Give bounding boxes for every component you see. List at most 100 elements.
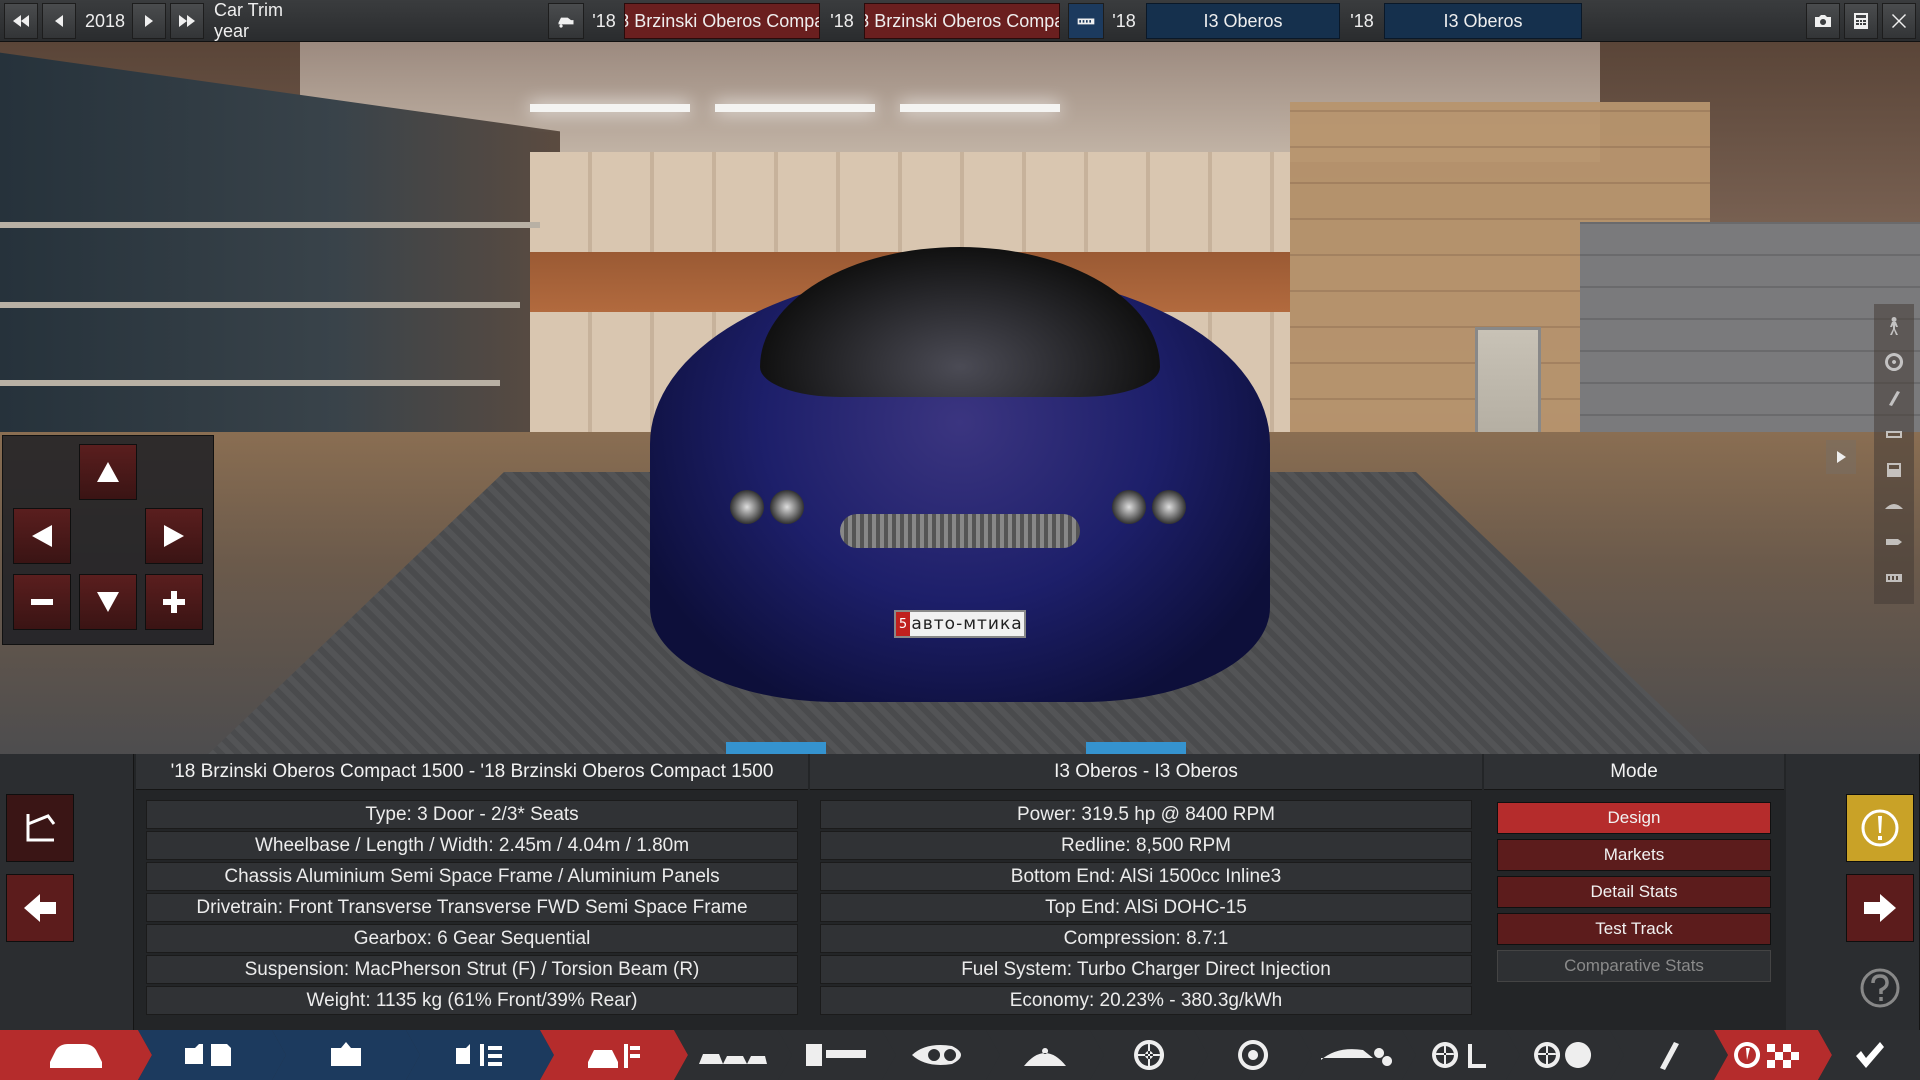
engine-stat-row: Power: 319.5 hp @ 8400 RPM	[820, 800, 1472, 829]
stage-suspension[interactable]	[986, 1030, 1104, 1080]
stage-safety[interactable]	[1506, 1030, 1624, 1080]
grille-icon[interactable]	[1880, 564, 1908, 592]
test-icon	[1733, 1038, 1813, 1072]
expand-strip-button[interactable]	[1826, 440, 1856, 474]
brakes-icon	[1236, 1038, 1270, 1072]
mode-comparative-stats-button[interactable]: Comparative Stats	[1497, 950, 1771, 982]
engine-panel-title: I3 Oberos - I3 Oberos	[810, 754, 1482, 790]
mode-title: Mode	[1484, 754, 1784, 790]
headlights-icon	[906, 1038, 976, 1072]
ceiling-light	[530, 104, 690, 112]
model-selector-1[interactable]: '18 Brzinski Oberos Compact	[624, 3, 820, 39]
door-icon[interactable]	[1880, 456, 1908, 484]
body-icon[interactable]	[1880, 492, 1908, 520]
engine-stat-row: Top End: AlSi DOHC-15	[820, 893, 1472, 922]
top-bar: 2018 Car Trim year '18 '18 Brzinski Ober…	[0, 0, 1920, 42]
info-panel: '18 Brzinski Oberos Compact 1500 - '18 B…	[0, 754, 1920, 1030]
stage-wheels[interactable]	[1090, 1030, 1208, 1080]
zoom-out-button[interactable]	[13, 574, 71, 630]
stage-headlights[interactable]	[882, 1030, 1000, 1080]
stage-aero[interactable]	[1298, 1030, 1416, 1080]
close-icon[interactable]	[1882, 3, 1916, 39]
stage-brakes[interactable]	[1194, 1030, 1312, 1080]
camera-right-button[interactable]	[145, 508, 203, 564]
exhaust-icon[interactable]	[1880, 384, 1908, 412]
camera-icon[interactable]	[1806, 3, 1840, 39]
model-selector-2[interactable]: '18 Brzinski Oberos Compact	[864, 3, 1060, 39]
ceiling-light	[900, 104, 1060, 112]
calculator-icon[interactable]	[1844, 3, 1878, 39]
wheel-icon[interactable]	[1880, 348, 1908, 376]
engine-stat-row: Redline: 8,500 RPM	[820, 831, 1472, 860]
checkmark-icon	[1856, 1042, 1884, 1068]
fast-forward-icon[interactable]	[170, 3, 204, 39]
ceiling-light	[715, 104, 875, 112]
right-tools	[1786, 754, 1920, 1030]
stage-exhaust[interactable]	[1610, 1030, 1728, 1080]
headlight-icon	[730, 490, 764, 524]
engine-stat-row: Economy: 20.23% - 380.3g/kWh	[820, 986, 1472, 1015]
mode-markets-button[interactable]: Markets	[1497, 839, 1771, 871]
person-icon[interactable]	[1880, 312, 1908, 340]
engine-selector-1[interactable]: I3 Oberos	[1146, 3, 1340, 39]
stage-engine[interactable]	[272, 1030, 420, 1080]
engine-year-2: '18	[1350, 10, 1374, 31]
suspension-icon	[1020, 1038, 1070, 1072]
camera-controls	[2, 435, 214, 645]
engine-icon	[321, 1038, 371, 1072]
safety-icon	[1530, 1038, 1600, 1072]
trim-year-label: Car Trim year	[214, 0, 283, 41]
stage-finish[interactable]	[1818, 1030, 1920, 1080]
camera-left-button[interactable]	[13, 508, 71, 564]
stage-drivetrain[interactable]	[778, 1030, 896, 1080]
mode-test-track-button[interactable]: Test Track	[1497, 913, 1771, 945]
next-button[interactable]	[1846, 874, 1914, 942]
license-plate: 5 авто-мтика	[894, 610, 1026, 638]
engine-trim-icon	[450, 1038, 510, 1072]
car-stat-row: Chassis Aluminium Semi Space Frame / Alu…	[146, 862, 798, 891]
rewind-icon[interactable]	[4, 3, 38, 39]
shelf	[0, 222, 540, 228]
stage-car-trim[interactable]	[540, 1030, 688, 1080]
stage-car-model[interactable]	[0, 1030, 152, 1080]
camera-up-button[interactable]	[79, 444, 137, 500]
engine-selector-2[interactable]: I3 Oberos	[1384, 3, 1582, 39]
mode-detail-stats-button[interactable]: Detail Stats	[1497, 876, 1771, 908]
engine-stat-row: Fuel System: Turbo Charger Direct Inject…	[820, 955, 1472, 984]
model-year-2: '18	[830, 10, 854, 31]
car-stat-row: Gearbox: 6 Gear Sequential	[146, 924, 798, 953]
engine-stat-row: Bottom End: AlSi 1500cc Inline3	[820, 862, 1472, 891]
engine-bay-icon[interactable]	[1880, 420, 1908, 448]
stage-interior[interactable]	[1402, 1030, 1520, 1080]
headlight-icon	[770, 490, 804, 524]
camera-down-button[interactable]	[79, 574, 137, 630]
car-icon	[46, 1038, 106, 1072]
car-model-icon[interactable]	[548, 3, 584, 39]
stage-chassis[interactable]	[674, 1030, 792, 1080]
back-button[interactable]	[6, 874, 74, 942]
measure-icon[interactable]	[6, 794, 74, 862]
zoom-in-button[interactable]	[145, 574, 203, 630]
car-stat-row: Drivetrain: Front Transverse Transverse …	[146, 893, 798, 922]
next-year-button[interactable]	[132, 3, 166, 39]
drivetrain-icon	[802, 1038, 872, 1072]
mode-design-button[interactable]: Design	[1497, 802, 1771, 834]
year-display: 2018	[84, 10, 126, 31]
engine-icon[interactable]	[1068, 3, 1104, 39]
model-year-1: '18	[592, 10, 616, 31]
stage-engine-family[interactable]	[138, 1030, 286, 1080]
stage-test[interactable]	[1714, 1030, 1832, 1080]
lift-pad-left	[726, 742, 826, 754]
interior-icon	[1428, 1038, 1494, 1072]
car-trim-icon	[584, 1038, 644, 1072]
garage-viewport[interactable]: 5 авто-мтика	[0, 42, 1920, 754]
prev-year-button[interactable]	[42, 3, 76, 39]
warning-icon[interactable]	[1846, 794, 1914, 862]
shelf	[0, 380, 500, 386]
plate-text: авто-мтика	[911, 614, 1023, 634]
car-stat-row: Type: 3 Door - 2/3* Seats	[146, 800, 798, 829]
help-icon[interactable]	[1846, 954, 1914, 1022]
stage-engine-trim[interactable]	[406, 1030, 554, 1080]
light-icon[interactable]	[1880, 528, 1908, 556]
engine-stat-row: Compression: 8.7:1	[820, 924, 1472, 953]
